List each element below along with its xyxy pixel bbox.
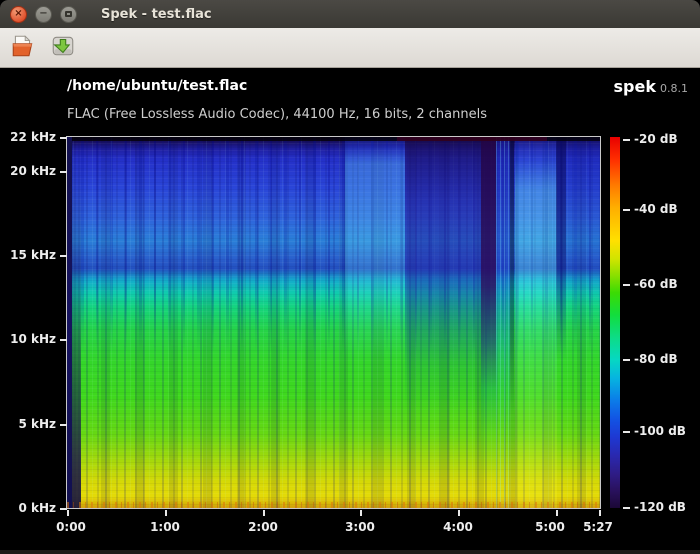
spectrogram-streak-band [496,137,510,508]
close-icon: × [14,9,22,19]
colorbar-tick-mark [623,139,630,141]
y-tick-mark [60,508,67,510]
window-title: Spek - test.flac [101,7,212,22]
x-tick-mark [165,510,167,516]
app-window: × − Spek - test.flac [0,0,700,554]
colorbar-tick-label: -120 dB [634,499,696,515]
y-tick-label: 5 kHz [0,416,56,432]
save-download-icon [50,33,76,62]
x-tick-mark [263,510,265,516]
y-tick-label: 15 kHz [0,247,56,263]
x-tick-label: 5:00 [526,519,574,535]
spectrogram [66,136,601,509]
y-tick-label: 20 kHz [0,163,56,179]
x-tick-label: 5:27 [574,519,622,535]
x-tick-mark [556,510,558,516]
maximize-button[interactable] [60,6,77,23]
x-tick-mark [67,510,69,516]
spectrogram-loud-section [515,137,557,508]
y-tick-mark [60,171,67,173]
spectrogram-navy-column [556,137,566,360]
spectrogram-top-tint [397,137,547,141]
toolbar [0,28,700,68]
y-tick-label: 22 kHz [0,129,56,145]
colorbar-tick-mark [623,507,630,509]
x-tick-label: 3:00 [336,519,384,535]
spectrogram-fade-in-wedge [72,137,81,508]
y-tick-label: 10 kHz [0,331,56,347]
x-tick-label: 2:00 [239,519,287,535]
x-tick-mark [599,510,601,516]
file-info: FLAC (Free Lossless Audio Codec), 44100 … [67,107,487,122]
y-tick-mark [60,339,67,341]
x-tick-mark [458,510,460,516]
minimize-button[interactable]: − [35,6,52,23]
y-tick-mark [60,424,67,426]
x-tick-label: 0:00 [47,519,95,535]
save-button[interactable] [47,32,78,63]
db-colorbar [610,137,620,508]
minimize-icon: − [39,9,47,19]
y-tick-mark [60,137,67,139]
colorbar-tick-mark [623,284,630,286]
open-file-button[interactable] [7,32,38,63]
y-tick-label: 0 kHz [0,500,56,516]
colorbar-tick-label: -40 dB [634,201,696,217]
colorbar-tick-label: -60 dB [634,276,696,292]
spectrogram-silent-band [481,137,496,508]
spectrogram-bright-cyan-section [345,137,405,360]
x-tick-label: 4:00 [434,519,482,535]
window-bottom-edge [0,550,700,554]
spectrogram-tail-section [566,137,600,304]
app-brand: spek 0.8.1 [614,77,688,96]
spectrogram-quiet-section [405,137,481,508]
close-button[interactable]: × [10,6,27,23]
y-tick-mark [60,255,67,257]
spectrogram-dark-gap [510,137,514,415]
colorbar-tick-mark [623,209,630,211]
spectrogram-bass-speckle [67,502,600,508]
brand-name: spek [614,77,656,96]
colorbar-tick-label: -100 dB [634,423,696,439]
colorbar-tick-label: -80 dB [634,351,696,367]
colorbar-tick-mark [623,359,630,361]
x-tick-label: 1:00 [141,519,189,535]
file-path: /home/ubuntu/test.flac [67,78,247,94]
colorbar-tick-label: -20 dB [634,131,696,147]
colorbar-tick-mark [623,431,630,433]
open-folder-icon [10,33,36,62]
maximize-icon [65,11,72,17]
spectrogram-panel: /home/ubuntu/test.flac spek 0.8.1 FLAC (F… [0,68,700,554]
titlebar[interactable]: × − Spek - test.flac [0,0,700,28]
x-tick-mark [360,510,362,516]
brand-version: 0.8.1 [660,82,688,95]
